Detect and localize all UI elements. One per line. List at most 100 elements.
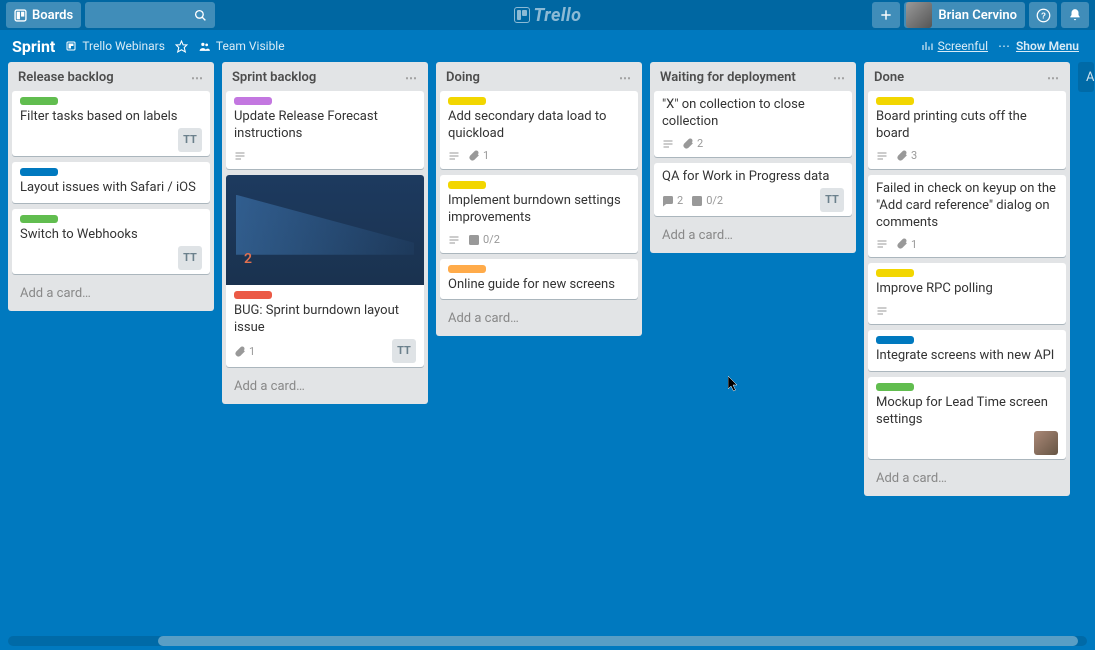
list-menu-button[interactable]: ⋯ — [833, 71, 846, 85]
label-purple[interactable] — [234, 97, 272, 105]
card[interactable]: Board printing cuts off the board3 — [868, 91, 1066, 169]
card[interactable]: Switch to Webhooks TT — [12, 209, 210, 274]
powerup-link[interactable]: Screenful — [921, 39, 988, 53]
card-labels — [234, 291, 416, 299]
card-badges — [234, 147, 246, 165]
menu-label: Show Menu — [1016, 39, 1079, 53]
member-avatar[interactable]: TT — [178, 246, 202, 270]
list-menu-button[interactable]: ⋯ — [405, 71, 418, 85]
add-card-button[interactable]: Add a card… — [440, 305, 638, 332]
member-avatar[interactable]: TT — [820, 188, 844, 212]
label-red[interactable] — [234, 291, 272, 299]
board-canvas[interactable]: Release backlog ⋯ Filter tasks based on la… — [0, 62, 1095, 640]
description-icon — [448, 234, 460, 246]
list-title[interactable]: Done — [874, 70, 904, 85]
card-title: Failed in check on keyup on the "Add car… — [876, 181, 1058, 232]
label-green[interactable] — [876, 383, 914, 391]
card-labels — [876, 97, 1058, 105]
label-yellow[interactable] — [876, 269, 914, 277]
card-badges: 1 — [876, 235, 917, 253]
add-card-button[interactable]: Add a card… — [654, 222, 852, 249]
card[interactable]: Filter tasks based on labels TT — [12, 91, 210, 156]
label-green[interactable] — [20, 215, 58, 223]
label-yellow[interactable] — [448, 181, 486, 189]
list-title[interactable]: Waiting for deployment — [660, 70, 796, 85]
card-title: Integrate screens with new API — [876, 348, 1058, 365]
add-card-button[interactable]: Add a card… — [868, 465, 1066, 492]
card[interactable]: Failed in check on keyup on the "Add car… — [868, 175, 1066, 258]
boards-label: Boards — [32, 8, 73, 23]
member-avatar[interactable]: TT — [392, 339, 416, 363]
card[interactable]: "X" on collection to close collection 2 — [654, 91, 852, 157]
list-menu-button[interactable]: ⋯ — [1047, 71, 1060, 85]
horizontal-scrollbar[interactable] — [8, 636, 1087, 646]
list-menu-button[interactable]: ⋯ — [619, 71, 632, 85]
card-title: "X" on collection to close collection — [662, 97, 844, 131]
card-labels — [448, 97, 630, 105]
list: Doing ⋯ Add secondary data load to quicklo… — [436, 62, 642, 336]
search-icon — [194, 9, 207, 22]
list-title[interactable]: Sprint backlog — [232, 70, 316, 85]
card[interactable]: QA for Work in Progress data20/2TT — [654, 163, 852, 216]
user-menu[interactable]: Brian Cervino — [904, 2, 1025, 28]
card[interactable]: Implement burndown settings improvements… — [440, 175, 638, 253]
star-button[interactable] — [175, 40, 188, 53]
label-yellow[interactable] — [876, 97, 914, 105]
card[interactable]: BUG: Sprint burndown layout issue1TT — [226, 175, 424, 367]
list-title[interactable]: Release backlog — [18, 70, 114, 85]
card-title: Switch to Webhooks — [20, 227, 202, 244]
member-avatar[interactable]: TT — [178, 128, 202, 152]
info-button[interactable]: ? — [1029, 2, 1057, 28]
description-icon — [448, 150, 460, 162]
label-blue[interactable] — [876, 336, 914, 344]
card-title: Filter tasks based on labels — [20, 109, 202, 126]
visibility-button[interactable]: Team Visible — [198, 39, 285, 53]
list-menu-button[interactable]: ⋯ — [191, 71, 204, 85]
card-labels — [20, 215, 202, 223]
team-link[interactable]: Trello Webinars — [65, 39, 165, 53]
boards-button[interactable]: Boards — [6, 2, 81, 28]
logo[interactable]: Trello — [514, 5, 582, 26]
scroll-thumb[interactable] — [158, 636, 1078, 646]
card-title: Add secondary data load to quickload — [448, 109, 630, 143]
info-icon: ? — [1036, 8, 1051, 23]
list-title[interactable]: Doing — [446, 70, 480, 85]
card-title: QA for Work in Progress data — [662, 169, 844, 186]
search-input[interactable] — [85, 2, 215, 28]
card[interactable]: Add secondary data load to quickload1 — [440, 91, 638, 169]
add-card-button[interactable]: Add a card… — [226, 373, 424, 400]
show-menu-button[interactable]: ⋯ Show Menu — [998, 39, 1079, 53]
description-icon — [662, 138, 674, 150]
description-icon — [876, 150, 888, 162]
card[interactable]: Update Release Forecast instructions — [226, 91, 424, 169]
label-yellow[interactable] — [448, 97, 486, 105]
topbar: Boards Trello Brian Cervino ? — [0, 0, 1095, 30]
attachment-badge: 2 — [682, 137, 703, 150]
card[interactable]: Improve RPC polling — [868, 263, 1066, 324]
card-labels — [20, 168, 202, 176]
add-list-button[interactable]: Add a — [1078, 62, 1094, 92]
card[interactable]: Mockup for Lead Time screen settings — [868, 377, 1066, 459]
checklist-badge: 0/2 — [468, 233, 500, 246]
notifications-button[interactable] — [1061, 2, 1089, 28]
checklist-badge: 0/2 — [691, 194, 723, 207]
card-labels — [20, 97, 202, 105]
create-button[interactable] — [872, 2, 900, 28]
member-avatar[interactable] — [1034, 431, 1058, 455]
svg-text:?: ? — [1041, 11, 1046, 20]
card-badges: 0/2 — [448, 231, 500, 249]
card[interactable]: Online guide for new screens — [440, 259, 638, 300]
card[interactable]: Integrate screens with new API — [868, 330, 1066, 371]
label-orange[interactable] — [448, 265, 486, 273]
board-name[interactable]: Sprint — [8, 37, 55, 56]
ellipsis-icon: ⋯ — [998, 39, 1011, 53]
card-title: Improve RPC polling — [876, 281, 1058, 298]
add-card-button[interactable]: Add a card… — [12, 280, 210, 307]
attachment-badge: 1 — [896, 238, 917, 251]
card-title: Mockup for Lead Time screen settings — [876, 395, 1058, 429]
card[interactable]: Layout issues with Safari / iOS — [12, 162, 210, 203]
list: Sprint backlog ⋯ Update Release Forecast i… — [222, 62, 428, 404]
label-green[interactable] — [20, 97, 58, 105]
label-blue[interactable] — [20, 168, 58, 176]
people-icon — [198, 40, 211, 53]
